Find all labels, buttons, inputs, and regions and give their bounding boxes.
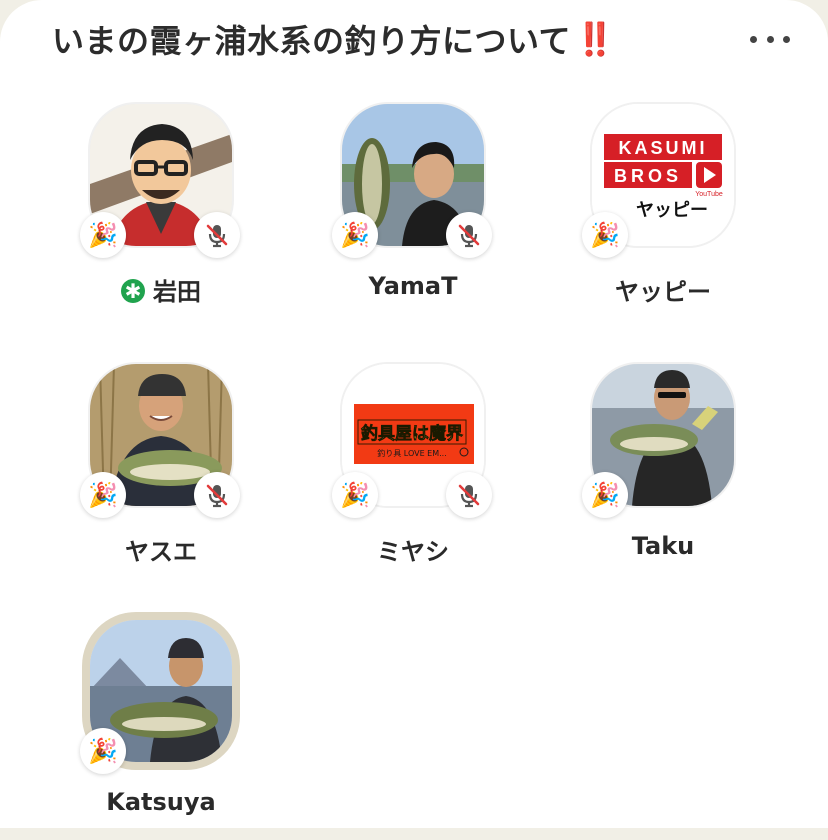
party-popper-icon: 🎉	[340, 221, 370, 249]
moderator-star-icon: ✱	[121, 279, 145, 303]
speaker-name: Katsuya	[106, 788, 216, 816]
svg-text:BROS: BROS	[614, 166, 682, 186]
party-popper-icon: 🎉	[590, 481, 620, 509]
mic-muted-icon	[206, 224, 228, 248]
muted-indicator	[194, 212, 240, 258]
speaker-name: YamaT	[368, 272, 458, 300]
party-popper-icon: 🎉	[88, 481, 118, 509]
room-title: いまの霞ヶ浦水系の釣り方について	[52, 22, 572, 60]
speaker-tile[interactable]: 🎉 Katsuya	[76, 620, 246, 840]
room-sheet: いまの霞ヶ浦水系の釣り方について ‼️ 🎉 ✱ 岩田 🎉 YamaT KASUM…	[0, 0, 828, 828]
room-header: いまの霞ヶ浦水系の釣り方について ‼️	[52, 14, 772, 64]
svg-text:ヤッピー: ヤッピー	[636, 200, 708, 221]
speaker-name: ミヤシ	[377, 538, 449, 566]
speaker-tile[interactable]: 🎉 YamaT	[328, 104, 498, 324]
svg-text:YouTube: YouTube	[695, 191, 723, 198]
party-popper-badge: 🎉	[80, 472, 126, 518]
speaker-tile[interactable]: 🎉 Taku	[578, 364, 748, 584]
double-exclamation-emoji: ‼️	[575, 20, 615, 58]
speaker-tile[interactable]: 🎉 ✱ 岩田	[76, 104, 246, 324]
party-popper-icon: 🎉	[590, 221, 620, 249]
more-options-button[interactable]	[750, 28, 790, 50]
speaker-name: ✱ 岩田	[76, 272, 246, 307]
speaker-tile[interactable]: 🎉 ヤスエ	[76, 364, 246, 584]
party-popper-badge: 🎉	[582, 212, 628, 258]
mic-muted-icon	[458, 484, 480, 508]
mic-muted-icon	[458, 224, 480, 248]
party-popper-icon: 🎉	[88, 737, 118, 765]
ellipsis-icon	[766, 35, 774, 43]
party-popper-badge: 🎉	[80, 728, 126, 774]
party-popper-badge: 🎉	[582, 472, 628, 518]
ellipsis-icon	[750, 35, 757, 43]
party-popper-badge: 🎉	[332, 472, 378, 518]
speaker-name: ヤッピー	[615, 278, 711, 306]
svg-text:釣り具 LOVE EM...: 釣り具 LOVE EM...	[377, 448, 447, 458]
party-popper-badge: 🎉	[80, 212, 126, 258]
party-popper-icon: 🎉	[88, 221, 118, 249]
party-popper-icon: 🎉	[340, 481, 370, 509]
speaker-tile[interactable]: 釣具屋は魔界 釣り具 LOVE EM... 🎉 ミヤシ	[328, 364, 498, 584]
muted-indicator	[194, 472, 240, 518]
ellipsis-icon	[783, 35, 790, 43]
muted-indicator	[446, 472, 492, 518]
speaker-name: Taku	[631, 532, 695, 560]
mic-muted-icon	[206, 484, 228, 508]
speaker-tile[interactable]: KASUMI BROS YouTube ヤッピー 🎉 ヤッピー	[578, 104, 748, 324]
speaker-name: ヤスエ	[125, 538, 197, 566]
muted-indicator	[446, 212, 492, 258]
svg-text:釣具屋は魔界: 釣具屋は魔界	[361, 423, 463, 444]
party-popper-badge: 🎉	[332, 212, 378, 258]
svg-text:KASUMI: KASUMI	[619, 138, 708, 158]
